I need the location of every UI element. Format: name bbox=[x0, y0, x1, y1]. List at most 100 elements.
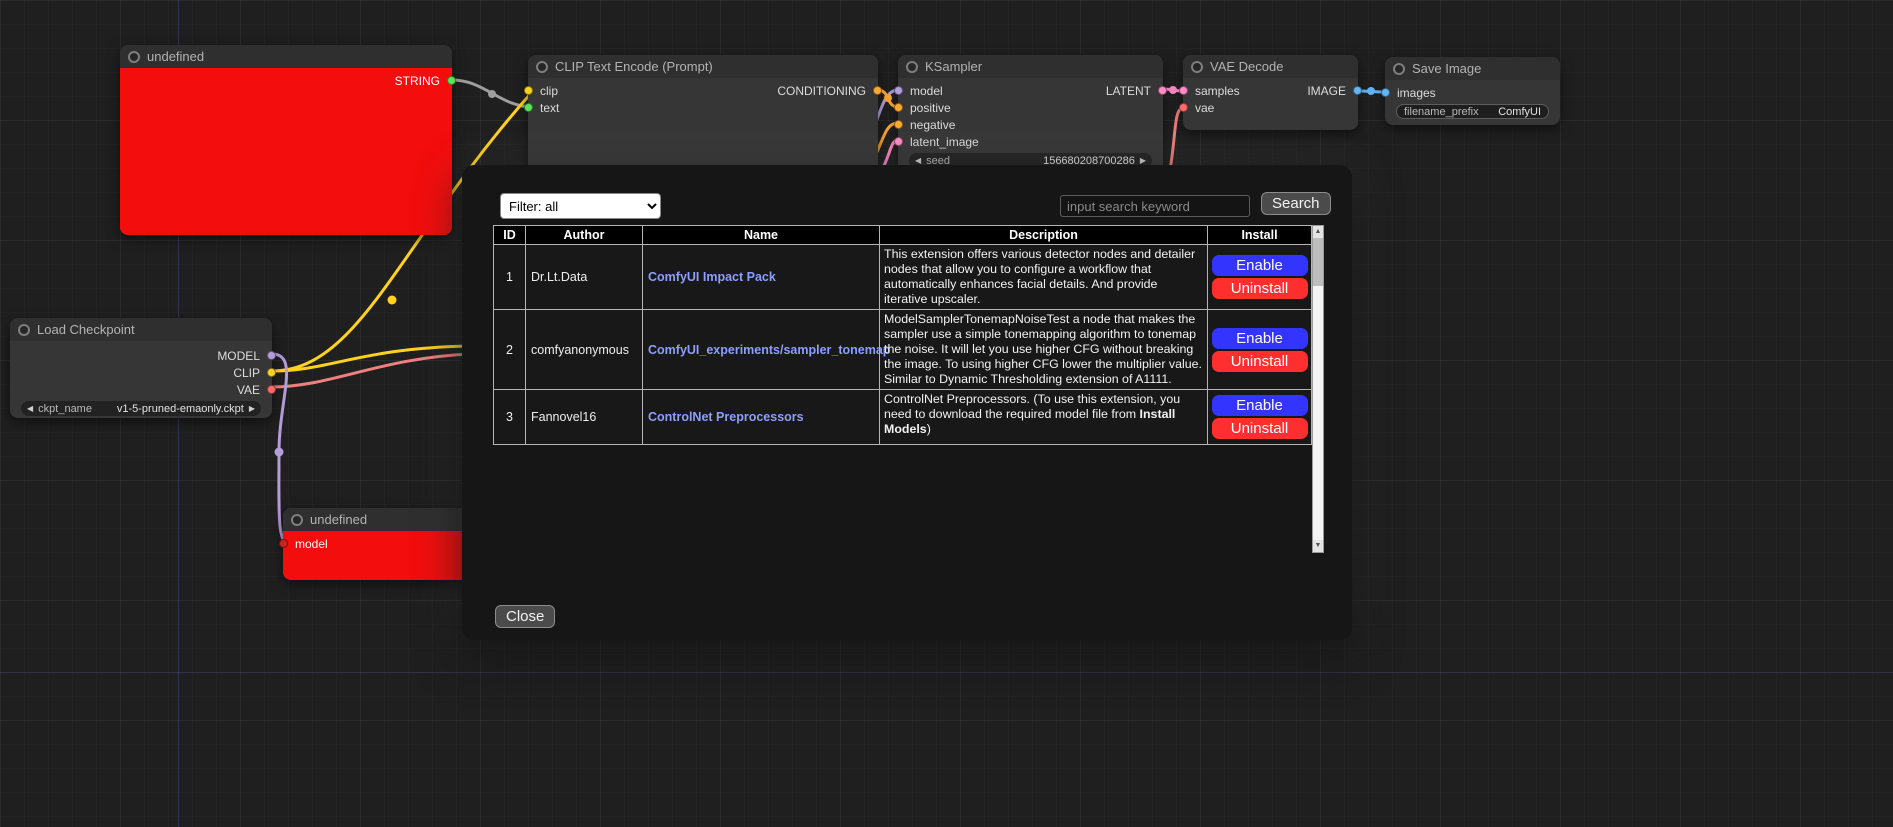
node-undefined-string[interactable]: undefined STRING bbox=[120, 45, 452, 235]
search-input[interactable] bbox=[1060, 195, 1250, 217]
extension-link[interactable]: ComfyUI Impact Pack bbox=[648, 270, 776, 284]
ckpt-name-widget[interactable]: ◀ ckpt_name v1-5-pruned-emaonly.ckpt ▶ bbox=[21, 401, 261, 416]
cell-id: 3 bbox=[494, 390, 526, 445]
output-slot-string[interactable] bbox=[447, 76, 456, 85]
input-slot-model[interactable] bbox=[894, 86, 903, 95]
cell-install: Enable Uninstall bbox=[1208, 245, 1312, 310]
collapse-dot-icon[interactable] bbox=[291, 514, 303, 526]
scrollbar-track[interactable] bbox=[1313, 238, 1323, 540]
widget-value: ComfyUI bbox=[1498, 106, 1541, 118]
node-header[interactable]: VAE Decode bbox=[1183, 55, 1358, 78]
node-title: VAE Decode bbox=[1210, 59, 1283, 74]
node-header[interactable]: CLIP Text Encode (Prompt) bbox=[528, 55, 878, 78]
filter-select[interactable]: Filter: all bbox=[500, 193, 661, 219]
collapse-dot-icon[interactable] bbox=[18, 324, 30, 336]
node-vae-decode[interactable]: VAE Decode samples IMAGE vae bbox=[1183, 55, 1358, 130]
input-label: model bbox=[295, 537, 328, 551]
node-title: CLIP Text Encode (Prompt) bbox=[555, 59, 713, 74]
input-slot-samples[interactable] bbox=[1179, 86, 1188, 95]
input-slot-positive[interactable] bbox=[894, 103, 903, 112]
extension-manager-dialog: Filter: all Search ID Author Name Descri… bbox=[462, 165, 1352, 640]
uninstall-button[interactable]: Uninstall bbox=[1212, 418, 1308, 439]
wire-dot bbox=[488, 90, 496, 98]
extensions-table-wrap: ID Author Name Description Install 1 Dr.… bbox=[493, 225, 1324, 553]
header-description: Description bbox=[880, 226, 1208, 245]
input-slot-model[interactable] bbox=[279, 539, 288, 548]
scrollbar-down-icon[interactable]: ▼ bbox=[1313, 540, 1323, 552]
cell-install: Enable Uninstall bbox=[1208, 390, 1312, 445]
wire-dot bbox=[1367, 87, 1375, 95]
extension-link[interactable]: ComfyUI_experiments/sampler_tonemap bbox=[648, 343, 890, 357]
output-slot-image[interactable] bbox=[1353, 86, 1362, 95]
collapse-dot-icon[interactable] bbox=[1191, 61, 1203, 73]
uninstall-button[interactable]: Uninstall bbox=[1212, 278, 1308, 299]
output-slot-clip[interactable] bbox=[267, 368, 276, 377]
canvas-axis-horizontal bbox=[0, 672, 1893, 673]
collapse-dot-icon[interactable] bbox=[906, 61, 918, 73]
node-header[interactable]: Save Image bbox=[1385, 57, 1560, 80]
enable-button[interactable]: Enable bbox=[1212, 328, 1308, 349]
extensions-table: ID Author Name Description Install 1 Dr.… bbox=[493, 225, 1312, 445]
scrollbar-up-icon[interactable]: ▲ bbox=[1313, 226, 1323, 238]
output-slot-vae[interactable] bbox=[267, 385, 276, 394]
wire-clip-to-hidden bbox=[272, 346, 470, 371]
node-header[interactable]: KSampler bbox=[898, 55, 1163, 78]
collapse-dot-icon[interactable] bbox=[128, 51, 140, 63]
collapse-dot-icon[interactable] bbox=[1393, 63, 1405, 75]
wire-vae-out bbox=[272, 354, 470, 387]
node-title: undefined bbox=[147, 49, 204, 64]
node-title: Save Image bbox=[1412, 61, 1481, 76]
next-arrow-icon[interactable]: ▶ bbox=[249, 404, 255, 413]
node-title: Load Checkpoint bbox=[37, 322, 135, 337]
output-slot-conditioning[interactable] bbox=[873, 86, 882, 95]
table-scrollbar[interactable]: ▲ ▼ bbox=[1312, 225, 1324, 553]
wire-string-to-text bbox=[452, 80, 533, 107]
widget-label: ckpt_name bbox=[38, 403, 92, 415]
output-label: STRING bbox=[395, 74, 440, 88]
input-label: negative bbox=[910, 118, 955, 132]
previous-arrow-icon[interactable]: ◀ bbox=[27, 404, 33, 413]
input-slot-negative[interactable] bbox=[894, 120, 903, 129]
node-load-checkpoint[interactable]: Load Checkpoint MODEL CLIP VAE ◀ ckpt_na… bbox=[10, 318, 272, 418]
widget-label: filename_prefix bbox=[1404, 106, 1479, 118]
wire-vae-to-decode bbox=[1170, 108, 1183, 170]
header-name: Name bbox=[643, 226, 880, 245]
increment-arrow-icon[interactable]: ▶ bbox=[1140, 156, 1146, 165]
uninstall-button[interactable]: Uninstall bbox=[1212, 351, 1308, 372]
close-button[interactable]: Close bbox=[495, 605, 555, 628]
header-author: Author bbox=[526, 226, 643, 245]
output-label: VAE bbox=[237, 383, 260, 397]
header-id: ID bbox=[494, 226, 526, 245]
cell-id: 2 bbox=[494, 310, 526, 390]
wire-dot bbox=[388, 296, 397, 305]
extensions-table-body: 1 Dr.Lt.Data ComfyUI Impact Pack This ex… bbox=[494, 245, 1312, 445]
input-slot-clip[interactable] bbox=[524, 86, 533, 95]
extension-link[interactable]: ControlNet Preprocessors bbox=[648, 410, 804, 424]
input-slot-images[interactable] bbox=[1381, 88, 1390, 97]
enable-button[interactable]: Enable bbox=[1212, 395, 1308, 416]
output-label: CLIP bbox=[233, 366, 260, 380]
input-label: samples bbox=[1195, 84, 1240, 98]
search-button[interactable]: Search bbox=[1261, 192, 1331, 215]
decrement-arrow-icon[interactable]: ◀ bbox=[915, 156, 921, 165]
filename-prefix-widget[interactable]: filename_prefix ComfyUI bbox=[1396, 104, 1549, 119]
enable-button[interactable]: Enable bbox=[1212, 255, 1308, 276]
input-slot-vae[interactable] bbox=[1179, 103, 1188, 112]
collapse-dot-icon[interactable] bbox=[536, 61, 548, 73]
output-label: IMAGE bbox=[1307, 84, 1346, 98]
node-undefined-model[interactable]: undefined model bbox=[283, 508, 469, 580]
table-row: 1 Dr.Lt.Data ComfyUI Impact Pack This ex… bbox=[494, 245, 1312, 310]
input-label: model bbox=[910, 84, 943, 98]
input-slot-text[interactable] bbox=[524, 103, 533, 112]
input-label: clip bbox=[540, 84, 558, 98]
node-header[interactable]: undefined bbox=[120, 45, 452, 68]
scrollbar-thumb[interactable] bbox=[1313, 238, 1323, 286]
output-slot-model[interactable] bbox=[267, 351, 276, 360]
node-header[interactable]: Load Checkpoint bbox=[10, 318, 272, 341]
input-slot-latent-image[interactable] bbox=[894, 137, 903, 146]
node-header[interactable]: undefined bbox=[283, 508, 469, 531]
input-label: text bbox=[540, 101, 559, 115]
node-save-image[interactable]: Save Image images filename_prefix ComfyU… bbox=[1385, 57, 1560, 125]
output-label: MODEL bbox=[217, 349, 260, 363]
output-slot-latent[interactable] bbox=[1158, 86, 1167, 95]
